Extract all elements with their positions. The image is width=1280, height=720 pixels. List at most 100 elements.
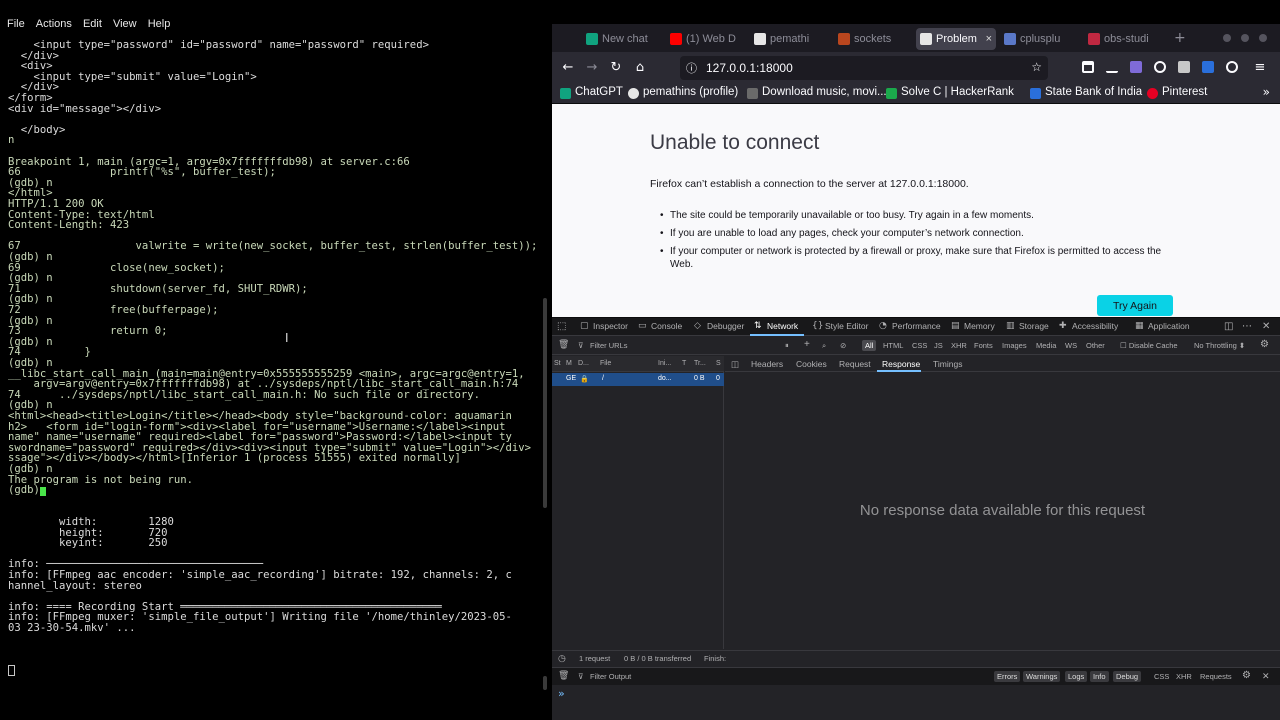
bookmark-sbi[interactable]: State Bank of India [1030, 86, 1142, 99]
tab-github[interactable]: pemathi [750, 28, 834, 50]
filter-ws[interactable]: WS [1065, 341, 1077, 350]
tab-cplusplus[interactable]: cplusplu [1000, 28, 1084, 50]
trash-icon[interactable]: 🗑 [558, 339, 569, 350]
new-tab-plus-icon[interactable]: + [1174, 30, 1186, 46]
tab-accessibility[interactable]: ✚ Accessibility [1059, 321, 1118, 331]
hamburger-menu-icon[interactable]: ≡ [1252, 60, 1268, 75]
tab-inspector[interactable]: ▢ Inspector [580, 321, 628, 331]
col-method[interactable]: M [566, 360, 572, 367]
bookmark-download-music[interactable]: Download music, movi... [747, 86, 887, 99]
search-icon[interactable]: ⌕ [822, 341, 826, 351]
close-icon[interactable]: ✕ [1262, 671, 1270, 682]
col-transferred[interactable]: Tr... [694, 360, 706, 367]
extension-icon[interactable] [1130, 61, 1142, 73]
level-info[interactable]: Info [1090, 671, 1109, 682]
filter-media[interactable]: Media [1036, 341, 1056, 350]
filter-urls-input[interactable]: Filter URLs [590, 341, 628, 350]
filter-all[interactable]: All [862, 340, 877, 351]
level-errors[interactable]: Errors [994, 671, 1021, 682]
filter-css[interactable]: CSS [912, 341, 927, 350]
tab-response[interactable]: Response [882, 359, 920, 369]
tab-request[interactable]: Request [839, 359, 871, 369]
dock-icon[interactable]: ◫ [1224, 321, 1233, 332]
console-input[interactable]: » [552, 686, 1280, 720]
element-picker-icon[interactable]: ⬚ [557, 321, 566, 332]
tab-console[interactable]: ▭ Console [638, 321, 682, 331]
trash-icon[interactable]: 🗑 [558, 670, 569, 681]
filter-xhr[interactable]: XHR [951, 341, 967, 350]
level-logs[interactable]: Logs [1065, 671, 1088, 682]
puzzle-icon[interactable] [1178, 61, 1190, 73]
filter-js[interactable]: JS [934, 341, 943, 350]
terminal-scrollbar-lower[interactable] [543, 676, 547, 690]
level-warnings[interactable]: Warnings [1023, 671, 1061, 682]
home-icon[interactable]: ⌂ [632, 60, 648, 75]
tab-headers[interactable]: Headers [751, 359, 783, 369]
forward-arrow-icon[interactable]: → [584, 60, 600, 75]
profile-icon[interactable] [1226, 61, 1238, 73]
filter-html[interactable]: HTML [883, 341, 903, 350]
menu-edit[interactable]: Edit [83, 18, 102, 30]
tab-cookies[interactable]: Cookies [796, 359, 827, 369]
page-info-icon[interactable]: ⓘ [686, 60, 697, 76]
level-debug[interactable]: Debug [1113, 671, 1142, 682]
close-icon[interactable]: × [986, 28, 992, 50]
col-initiator[interactable]: Ini... [658, 360, 671, 367]
back-arrow-icon[interactable]: ← [560, 60, 576, 75]
col-type[interactable]: T [682, 360, 686, 367]
filter-images[interactable]: Images [1002, 341, 1027, 350]
menu-view[interactable]: View [113, 18, 137, 30]
col-size[interactable]: S [716, 360, 721, 367]
tab-application[interactable]: ▦ Application [1135, 321, 1190, 331]
try-again-button[interactable]: Try Again [1097, 295, 1173, 316]
window-close-icon[interactable] [1259, 34, 1267, 42]
bookmark-pinterest[interactable]: Pinterest [1147, 86, 1207, 99]
settings-gear-icon[interactable]: ⚙ [1260, 339, 1269, 350]
close-devtools-icon[interactable]: ✕ [1262, 321, 1270, 332]
bookmark-hackerrank[interactable]: Solve C | HackerRank [886, 86, 1014, 99]
tab-problem[interactable]: Problem × [916, 28, 996, 50]
privacy-icon[interactable] [1154, 61, 1166, 73]
tab-new-chat[interactable]: New chat [582, 28, 664, 50]
menu-actions[interactable]: Actions [36, 18, 72, 30]
tab-debugger[interactable]: ◇ Debugger [694, 321, 744, 331]
more-options-icon[interactable]: ⋯ [1242, 321, 1252, 332]
menu-help[interactable]: Help [148, 18, 171, 30]
pocket-icon[interactable] [1082, 61, 1094, 73]
col-domain[interactable]: D... [578, 360, 589, 367]
bookmark-chatgpt[interactable]: ChatGPT [560, 86, 623, 99]
tab-style-editor[interactable]: {} Style Editor [812, 321, 868, 331]
settings-gear-icon[interactable]: ⚙ [1242, 670, 1251, 681]
block-icon[interactable]: ⊘ [840, 341, 846, 350]
tab-obs-studio[interactable]: obs-studi [1084, 28, 1168, 50]
panel-toggle-icon[interactable]: ◫ [731, 359, 739, 370]
filter-fonts[interactable]: Fonts [974, 341, 993, 350]
tab-timings[interactable]: Timings [933, 359, 962, 369]
table-row[interactable]: GE 🔒 / do... 0 B 0 [552, 373, 724, 386]
filter-other[interactable]: Other [1086, 341, 1105, 350]
col-status[interactable]: St [554, 360, 561, 367]
tab-memory[interactable]: ▤ Memory [951, 321, 995, 331]
terminal-output[interactable]: <input type="password" id="password" nam… [8, 40, 544, 680]
pause-icon[interactable]: ⏸ [785, 341, 789, 351]
console-css[interactable]: CSS [1154, 672, 1169, 681]
console-requests[interactable]: Requests [1200, 672, 1232, 681]
terminal-scrollbar[interactable] [543, 298, 547, 508]
tab-network[interactable]: ⇅ Network [754, 321, 798, 331]
chevron-right-icon[interactable]: » [1263, 85, 1270, 99]
add-icon[interactable]: + [804, 339, 810, 350]
tab-sockets[interactable]: sockets [834, 28, 918, 50]
col-file[interactable]: File [600, 360, 611, 367]
tab-web-dev[interactable]: (1) Web D [666, 28, 750, 50]
maximize-icon[interactable] [1241, 34, 1249, 42]
tab-storage[interactable]: ▥ Storage [1006, 321, 1049, 331]
bookmark-star-icon[interactable]: ☆ [1031, 60, 1042, 74]
menu-file[interactable]: File [7, 18, 25, 30]
filter-output-input[interactable]: Filter Output [590, 672, 631, 681]
tab-performance[interactable]: ◔ Performance [879, 321, 941, 331]
throttling-select[interactable]: No Throttling ⬍ [1194, 341, 1245, 350]
disable-cache-checkbox[interactable]: ☐ Disable Cache [1120, 341, 1178, 350]
url-text[interactable]: 127.0.0.1:18000 [706, 61, 793, 75]
reload-icon[interactable]: ↻ [608, 60, 624, 75]
minimize-icon[interactable] [1223, 34, 1231, 42]
